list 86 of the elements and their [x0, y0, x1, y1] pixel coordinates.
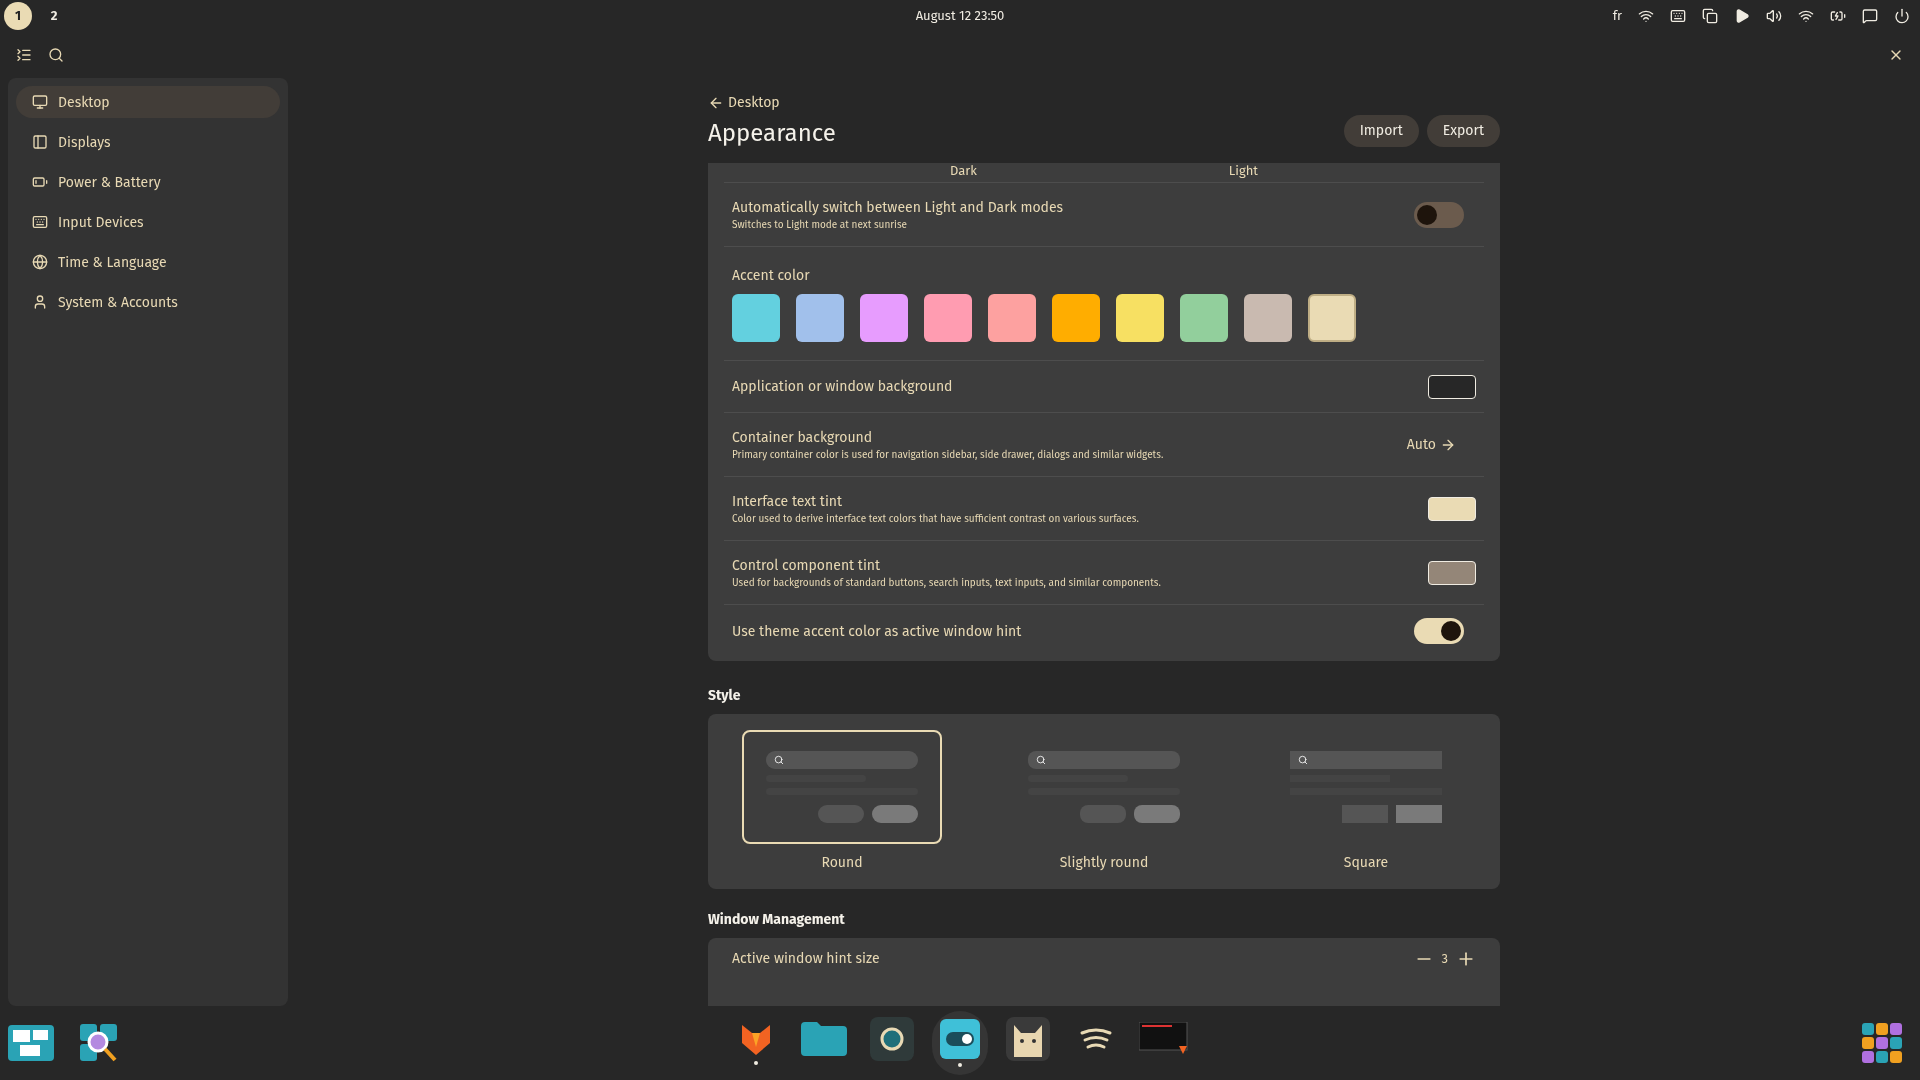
setting-label: Application or window background	[732, 377, 953, 397]
workspace-button[interactable]: 1	[4, 2, 32, 30]
wifi-icon[interactable]	[1798, 8, 1814, 24]
volume-icon[interactable]	[1766, 8, 1782, 24]
sidebar-toggle-icon[interactable]	[16, 47, 32, 63]
setting-label: Control component tint	[732, 555, 882, 576]
sidebar-item[interactable]: Displays	[16, 126, 280, 158]
dock-item[interactable]	[932, 1011, 988, 1075]
keyboard-layout-text[interactable]: fr	[1612, 6, 1622, 26]
auto-link[interactable]: Auto	[1406, 434, 1456, 455]
color-swatch[interactable]	[1428, 374, 1476, 399]
accent-swatch[interactable]	[732, 294, 780, 342]
spin-value: 3	[1441, 949, 1448, 968]
color-swatch[interactable]	[1428, 560, 1476, 585]
setting-description: Primary container color is used for navigation sidebar, side drawer, dialogs and similar widgets.	[732, 447, 1164, 463]
setting-label: Container background	[732, 427, 874, 448]
windows-grid-icon[interactable]	[8, 1025, 54, 1061]
button-drawing	[1342, 805, 1388, 823]
section-heading: Style	[708, 686, 742, 706]
accent-swatch[interactable]	[988, 294, 1036, 342]
windows-icon[interactable]	[1702, 8, 1718, 24]
button-drawing	[818, 805, 864, 823]
button-drawing	[1134, 805, 1180, 823]
setting-label: Use theme accent color as active window hint	[732, 621, 1022, 642]
style-label: Square	[1343, 853, 1389, 873]
style-label: Slightly round	[1059, 853, 1149, 873]
keyboard-icon	[32, 214, 48, 230]
mode-label: Light	[1228, 161, 1259, 180]
power-icon[interactable]	[1894, 8, 1910, 24]
battery-icon	[32, 174, 48, 190]
accent-swatch[interactable]	[1116, 294, 1164, 342]
accent-swatch[interactable]	[796, 294, 844, 342]
display-icon	[32, 134, 48, 150]
style-label: Round	[821, 853, 863, 873]
sidebar-item[interactable]: Input Devices	[16, 206, 280, 238]
keyboard-icon[interactable]	[1670, 8, 1686, 24]
toggle-switch[interactable]	[1414, 618, 1464, 644]
battery-icon[interactable]	[1830, 8, 1846, 24]
setting-description: Switches to Light mode at next sunrise	[732, 217, 909, 233]
section-heading: Window Management	[708, 910, 846, 930]
setting-label: Accent color	[732, 266, 811, 286]
sidebar-item[interactable]: Desktop	[16, 86, 280, 118]
header-button[interactable]: Import	[1343, 114, 1419, 147]
accent-swatch[interactable]	[1244, 294, 1292, 342]
wifi-icon[interactable]	[1638, 8, 1654, 24]
header-button[interactable]: Export	[1426, 114, 1500, 147]
toggle-switch[interactable]	[1414, 201, 1464, 228]
button-drawing	[1080, 805, 1126, 823]
button-drawing	[1396, 805, 1442, 823]
ring-icon[interactable]	[870, 1017, 914, 1061]
setting-label: Automatically switch between Light and Dark modes	[732, 197, 1064, 218]
cat-icon[interactable]	[1006, 1017, 1050, 1061]
color-swatch[interactable]	[1428, 496, 1476, 521]
search-icon	[774, 755, 784, 765]
globe-icon	[32, 254, 48, 270]
accent-swatch[interactable]	[1052, 294, 1100, 342]
accent-swatch[interactable]	[924, 294, 972, 342]
page-title: Appearance	[708, 118, 836, 149]
setting-label: Active window hint size	[732, 949, 880, 969]
toggle-app-icon[interactable]	[940, 1019, 980, 1059]
setting-label: Interface text tint	[732, 491, 844, 512]
play-icon[interactable]	[1734, 8, 1750, 24]
accent-swatch[interactable]	[860, 294, 908, 342]
sidebar-item[interactable]: Power & Battery	[16, 166, 280, 198]
sidebar-item[interactable]: Time & Language	[16, 246, 280, 278]
clock-text[interactable]: August 12 23:50	[915, 6, 1005, 26]
setting-description: Color used to derive interface text colors that have sufficient contrast on various surfaces.	[732, 511, 1139, 527]
user-icon	[32, 294, 48, 310]
search-icon	[1036, 755, 1046, 765]
app-grid-icon[interactable]	[1862, 1023, 1902, 1063]
button-drawing	[872, 805, 918, 823]
terminal-icon[interactable]	[1139, 1022, 1189, 1056]
accent-swatch[interactable]	[1308, 294, 1356, 342]
accent-swatch[interactable]	[1180, 294, 1228, 342]
back-link[interactable]: Desktop	[708, 92, 836, 113]
notification-icon[interactable]	[1862, 8, 1878, 24]
mode-label: Dark	[949, 161, 977, 180]
monitor-icon	[32, 94, 48, 110]
search-icon	[1298, 755, 1308, 765]
workspace-button[interactable]: 2	[40, 2, 68, 30]
magnifier-icon[interactable]	[78, 1022, 120, 1064]
setting-description: Used for backgrounds of standard buttons, search inputs, text inputs, and similar components.	[732, 575, 1161, 591]
style-option[interactable]	[742, 730, 942, 844]
folder-icon[interactable]	[801, 1022, 847, 1056]
sidebar-item[interactable]: System & Accounts	[16, 286, 280, 318]
search-icon[interactable]	[48, 47, 64, 63]
